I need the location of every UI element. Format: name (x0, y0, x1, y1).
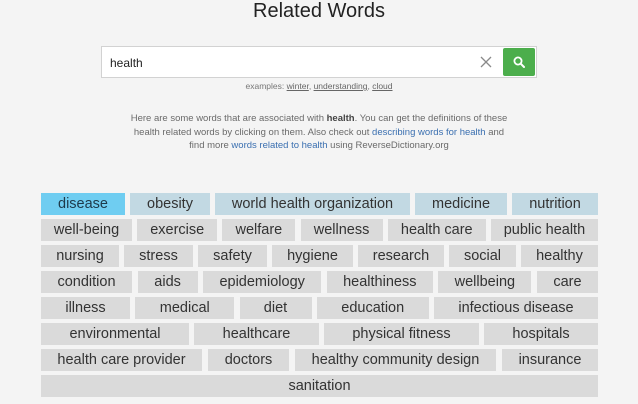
word-tag[interactable]: healthy (521, 245, 598, 267)
search-input[interactable] (110, 54, 470, 72)
word-tag[interactable]: health care provider (41, 349, 202, 371)
word-tag[interactable]: nursing (41, 245, 119, 267)
word-tag[interactable]: obesity (130, 193, 210, 215)
word-tag[interactable]: aids (137, 271, 198, 293)
description-keyword: health (326, 113, 355, 124)
word-tag[interactable]: exercise (137, 219, 218, 241)
description-text: Here are some words that are associated … (130, 113, 508, 151)
word-tag[interactable]: care (536, 271, 598, 293)
word-tag[interactable]: condition (41, 271, 132, 293)
word-tag[interactable]: healthiness (326, 271, 433, 293)
word-tag[interactable]: education (316, 297, 429, 319)
tag-row: health care provider doctors healthy commu… (41, 349, 598, 371)
search-box (101, 46, 537, 78)
word-tag[interactable]: epidemiology (203, 271, 322, 293)
word-tag[interactable]: wellness (300, 219, 383, 241)
word-tag[interactable]: well-being (41, 219, 132, 241)
describing-words-link[interactable]: describing words for health (372, 127, 486, 138)
tag-row: environmental healthcare physical fitness h… (41, 323, 598, 345)
word-tag[interactable]: stress (124, 245, 193, 267)
page-title: Related Words (253, 0, 385, 22)
clear-search-button[interactable] (477, 53, 495, 71)
tag-row: condition aids epidemiology healthiness well… (41, 271, 598, 293)
examples-line: examples: winter, understanding, cloud (245, 81, 393, 91)
search-icon (513, 56, 525, 68)
close-icon (480, 56, 492, 68)
word-tag[interactable]: hospitals (484, 323, 598, 345)
word-tag[interactable]: social (449, 245, 516, 267)
word-tag[interactable]: physical fitness (324, 323, 479, 345)
word-tag[interactable]: infectious disease (434, 297, 598, 319)
example-link-understanding[interactable]: understanding (314, 81, 368, 91)
examples-label: examples: (245, 81, 285, 91)
word-tag[interactable]: world health organization (215, 193, 410, 215)
word-tag[interactable]: doctors (208, 349, 289, 371)
word-tag[interactable]: healthy community design (295, 349, 496, 371)
word-tag[interactable]: sanitation (41, 375, 598, 397)
word-tag[interactable]: wellbeing (438, 271, 532, 293)
example-link-cloud[interactable]: cloud (372, 81, 392, 91)
tag-row: disease obesity world health organization m… (41, 193, 598, 215)
tag-row: nursing stress safety hygiene research social… (41, 245, 598, 267)
word-tag[interactable]: environmental (41, 323, 189, 345)
word-tag[interactable]: diet (239, 297, 312, 319)
word-tag[interactable]: insurance (502, 349, 598, 371)
word-tag[interactable]: research (358, 245, 444, 267)
example-link-winter[interactable]: winter (287, 81, 309, 91)
related-words-list: disease obesity world health organization m… (41, 193, 598, 401)
tag-row: illness medical diet education infectious di… (41, 297, 598, 319)
tag-row: well-being exercise welfare wellness health … (41, 219, 598, 241)
word-tag[interactable]: healthcare (194, 323, 319, 345)
word-tag[interactable]: disease (41, 193, 125, 215)
search-button[interactable] (503, 48, 535, 76)
word-tag[interactable]: public health (490, 219, 598, 241)
related-words-link[interactable]: words related to health (231, 140, 327, 151)
word-tag[interactable]: hygiene (272, 245, 353, 267)
word-tag[interactable]: welfare (222, 219, 296, 241)
tag-row: sanitation (41, 375, 598, 397)
word-tag[interactable]: illness (41, 297, 130, 319)
word-tag[interactable]: medicine (415, 193, 507, 215)
word-tag[interactable]: nutrition (512, 193, 598, 215)
word-tag[interactable]: medical (135, 297, 235, 319)
word-tag[interactable]: health care (387, 219, 486, 241)
word-tag[interactable]: safety (198, 245, 267, 267)
